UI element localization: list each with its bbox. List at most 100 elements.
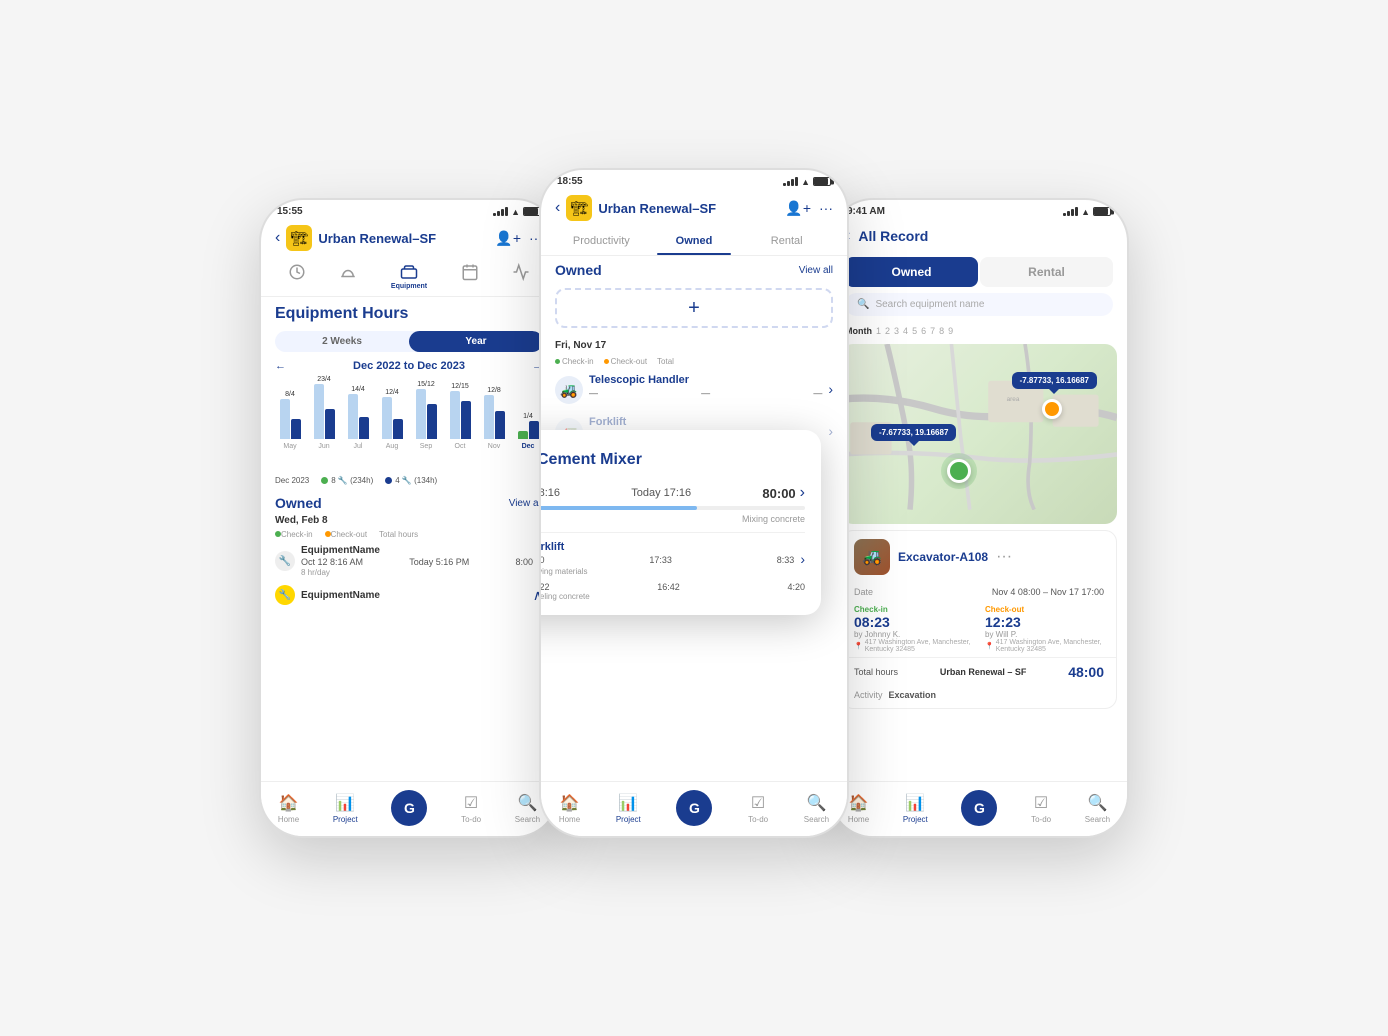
phone-left: 15:55 ▲ ‹ 🏗 Urban Renewal–SF 👤+ ··· bbox=[259, 198, 559, 838]
map-area: area -7.87733, 16.16687 -7.67733, 19.166… bbox=[841, 344, 1117, 524]
search-placeholder: Search equipment name bbox=[875, 299, 984, 310]
header-actions-left: 👤+ ··· bbox=[495, 230, 543, 247]
status-icons-left: ▲ bbox=[493, 207, 541, 217]
fri-label: Fri, Nov 17 bbox=[541, 336, 847, 355]
header-actions-center: 👤+ ··· bbox=[785, 200, 833, 217]
bar-nov: 12/8 Nov bbox=[479, 387, 509, 450]
bar-aug: 12/4 Aug bbox=[377, 389, 407, 450]
popup-title: Cement Mixer bbox=[539, 451, 642, 469]
bnav-project-right[interactable]: 📊 Project bbox=[903, 793, 928, 824]
project-icon-left: 🏗 bbox=[286, 225, 312, 251]
checkinout-row: Check-in 08:23 by Johnny K. 📍 417 Washin… bbox=[842, 601, 1116, 657]
toggle-owned[interactable]: Owned bbox=[845, 257, 978, 287]
equip-row-1[interactable]: 🔧 EquipmentName Oct 12 8:16 AM Today 5:1… bbox=[261, 541, 557, 581]
telescopic-icon: 🚜 bbox=[555, 376, 583, 404]
legend-period: Dec 2023 bbox=[275, 476, 309, 485]
more-excavator[interactable]: ··· bbox=[996, 548, 1012, 566]
tab-owned[interactable]: Owned bbox=[648, 227, 741, 255]
bnav-fab-left[interactable]: G bbox=[391, 790, 427, 826]
nav-equipment[interactable]: Equipment bbox=[391, 263, 427, 290]
bnav-todo-left[interactable]: ☑ To-do bbox=[461, 793, 481, 824]
chart-bars: 8/4 May 23/4 Jun 14/4 Jul 12/4 A bbox=[275, 380, 543, 450]
bar-jun: 23/4 Jun bbox=[309, 376, 339, 450]
checkout-col: Check-out 12:23 by Will P. 📍 417 Washing… bbox=[985, 605, 1104, 653]
tab-rental[interactable]: Rental bbox=[740, 227, 833, 255]
phone-center: 18:55 ▲ ‹ 🏗 Urban Renewal–SF 👤+ ··· Prod… bbox=[539, 168, 849, 838]
checkin-loc: 📍 417 Washington Ave, Manchester, Kentuc… bbox=[854, 639, 973, 653]
bar-jul: 14/4 Jul bbox=[343, 386, 373, 450]
tab-productivity[interactable]: Productivity bbox=[555, 227, 648, 255]
app-header-center: ‹ 🏗 Urban Renewal–SF 👤+ ··· bbox=[541, 189, 847, 227]
bnav-fab-right[interactable]: G bbox=[961, 790, 997, 826]
total-hours-row: Total hours Urban Renewal – SF 48:00 bbox=[842, 657, 1116, 686]
map-marker-orange bbox=[1042, 399, 1062, 419]
prev-date-btn[interactable]: ← bbox=[275, 360, 286, 372]
proj-icon-center: 🏗 bbox=[566, 195, 592, 221]
legend-owned: 8 🔧 (234h) bbox=[321, 476, 373, 485]
bnav-project-left[interactable]: 📊 Project bbox=[333, 793, 358, 824]
battery-center bbox=[813, 177, 831, 186]
view-all-left[interactable]: View all bbox=[509, 498, 543, 509]
excavator-img: 🚜 bbox=[854, 539, 890, 575]
bnav-search-left[interactable]: 🔍 Search bbox=[515, 793, 540, 824]
period-year[interactable]: Year bbox=[409, 331, 543, 352]
bnav-home-center[interactable]: 🏠 Home bbox=[559, 793, 580, 824]
bottom-nav-center: 🏠 Home 📊 Project G ☑ To-do 🔍 Search bbox=[541, 781, 847, 836]
add-person-center[interactable]: 👤+ bbox=[785, 200, 811, 217]
nav-helmet[interactable] bbox=[339, 263, 357, 290]
chart-area: 8/4 May 23/4 Jun 14/4 Jul 12/4 A bbox=[261, 376, 557, 476]
wifi-right: ▲ bbox=[1081, 207, 1090, 217]
nav-clock[interactable] bbox=[288, 263, 306, 290]
checkout-loc: 📍 417 Washington Ave, Manchester, Kentuc… bbox=[985, 639, 1104, 653]
back-button-left[interactable]: ‹ bbox=[275, 229, 280, 247]
status-bar-center: 18:55 ▲ bbox=[541, 170, 847, 189]
popup-times-row: Oct 12 08:16 Today 17:16 80:00 › bbox=[539, 484, 805, 502]
date-range-row: Date Nov 4 08:00 – Nov 17 17:00 bbox=[842, 583, 1116, 601]
map-marker-green bbox=[941, 453, 977, 489]
month-scroll: Month 1 2 3 4 5 6 7 8 9 bbox=[831, 322, 1127, 340]
battery-right bbox=[1093, 207, 1111, 216]
bnav-fab-center[interactable]: G bbox=[676, 790, 712, 826]
bnav-project-center[interactable]: 📊 Project bbox=[616, 793, 641, 824]
date-label-left: Wed, Feb 8 bbox=[261, 513, 557, 528]
bottom-nav-right: 🏠 Home 📊 Project G ☑ To-do 🔍 Search bbox=[831, 781, 1127, 836]
time-left: 15:55 bbox=[277, 206, 303, 217]
status-bar-right: 9:41 AM ▲ bbox=[831, 200, 1127, 219]
project-name-left: Urban Renewal–SF bbox=[318, 231, 489, 246]
bnav-todo-center[interactable]: ☑ To-do bbox=[748, 793, 768, 824]
bar-oct: 12/15 Oct bbox=[445, 383, 475, 450]
excavator-header: 🚜 Excavator-A108 ··· bbox=[842, 531, 1116, 583]
wifi-center: ▲ bbox=[801, 177, 810, 187]
toggle-rental[interactable]: Rental bbox=[980, 257, 1113, 287]
nav-icons-left: Equipment bbox=[261, 257, 557, 297]
back-center[interactable]: ‹ bbox=[555, 199, 560, 217]
search-box-right[interactable]: 🔍 Search equipment name bbox=[845, 293, 1113, 316]
signal-center bbox=[783, 177, 798, 186]
section-title-left: Equipment Hours bbox=[261, 297, 557, 327]
add-person-icon[interactable]: 👤+ bbox=[495, 230, 521, 247]
nav-calendar[interactable] bbox=[461, 263, 479, 290]
owned-header-left: Owned View all bbox=[261, 489, 557, 513]
add-owned-btn[interactable]: + bbox=[555, 288, 833, 328]
owned-center: Owned View all bbox=[541, 256, 847, 280]
popup-forklift[interactable]: 🚛 Forklift 9:00 17:33 8:33 Moving materi… bbox=[539, 541, 805, 576]
bnav-home-left[interactable]: 🏠 Home bbox=[278, 793, 299, 824]
equip-row-2[interactable]: 🔧 EquipmentName ∧ bbox=[261, 581, 557, 609]
nav-chart[interactable] bbox=[512, 263, 530, 290]
bnav-search-center[interactable]: 🔍 Search bbox=[804, 793, 829, 824]
equip-icon-1: 🔧 bbox=[275, 551, 295, 571]
signal-right bbox=[1063, 207, 1078, 216]
date-range-label: Dec 2022 to Dec 2023 bbox=[353, 360, 465, 372]
date-nav: ← Dec 2022 to Dec 2023 → bbox=[261, 356, 557, 376]
equip-name-1: EquipmentName bbox=[301, 545, 533, 556]
activity-row: Activity Excavation bbox=[842, 686, 1116, 708]
check-cols-center: Check-in Check-out Total bbox=[541, 355, 847, 368]
bnav-todo-right[interactable]: ☑ To-do bbox=[1031, 793, 1051, 824]
bnav-home-right[interactable]: 🏠 Home bbox=[848, 793, 869, 824]
more-center[interactable]: ··· bbox=[819, 200, 833, 217]
view-all-center[interactable]: View all bbox=[799, 265, 833, 276]
period-2weeks[interactable]: 2 Weeks bbox=[275, 331, 409, 352]
map-tooltip-1: -7.87733, 16.16687 bbox=[1012, 372, 1097, 389]
equip-telescopic[interactable]: 🚜 Telescopic Handler ——— › bbox=[541, 368, 847, 410]
bnav-search-right[interactable]: 🔍 Search bbox=[1085, 793, 1110, 824]
